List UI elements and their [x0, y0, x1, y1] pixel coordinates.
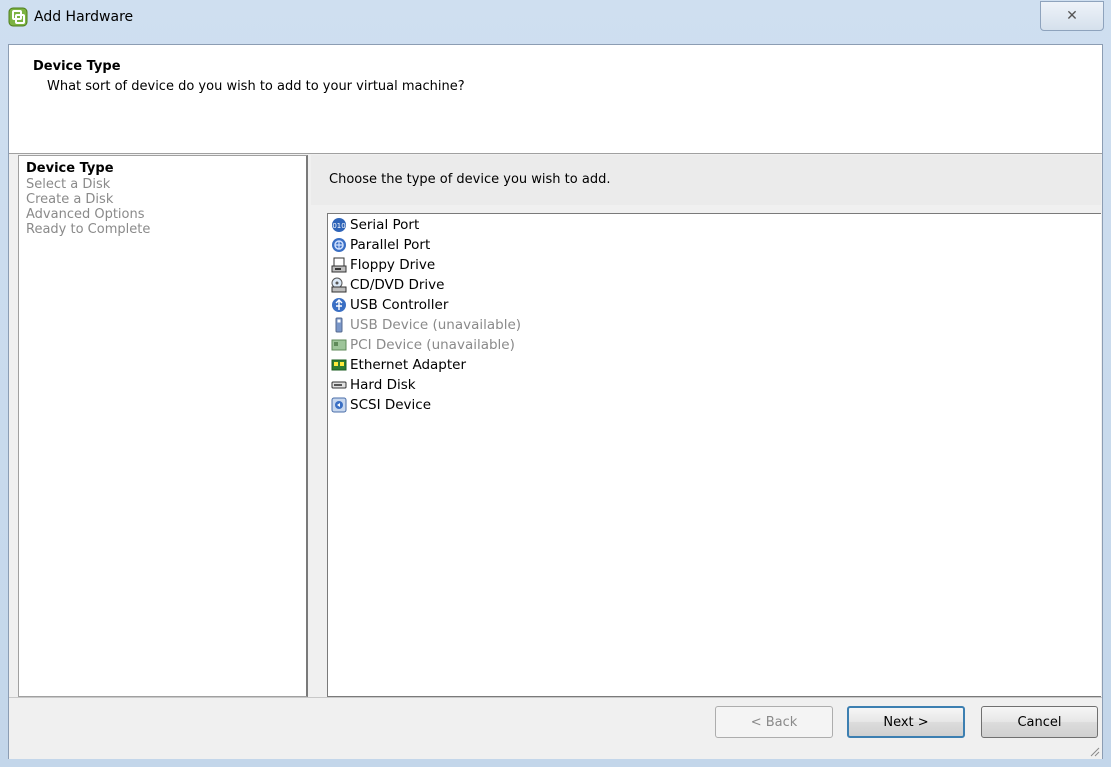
back-button[interactable]: < Back [715, 706, 833, 738]
device-item-scsi-device[interactable]: SCSI Device [331, 395, 431, 415]
vsphere-app-icon [8, 7, 28, 27]
device-label: USB Device (unavailable) [350, 317, 522, 333]
ethernet-adapter-icon [331, 359, 347, 371]
close-button[interactable]: ✕ [1040, 1, 1104, 31]
step-ready-to-complete: Ready to Complete [26, 222, 151, 237]
device-label: USB Controller [350, 297, 449, 313]
device-label: Hard Disk [350, 377, 416, 393]
device-item-usb-controller[interactable]: USB Controller [331, 295, 448, 315]
device-item-floppy-drive[interactable]: Floppy Drive [331, 255, 435, 275]
step-select-a-disk: Select a Disk [26, 177, 111, 192]
wizard-header: Device Type What sort of device do you w… [9, 45, 1102, 154]
device-item-ethernet-adapter[interactable]: Ethernet Adapter [331, 355, 466, 375]
floppy-drive-icon [331, 257, 347, 273]
cd-dvd-drive-icon [331, 277, 347, 293]
parallel-port-icon [332, 238, 346, 252]
device-label: CD/DVD Drive [350, 277, 445, 293]
device-type-list[interactable]: 010 Serial Port Parallel Port Floppy Dri… [327, 213, 1101, 697]
device-label: SCSI Device [350, 397, 432, 413]
device-item-pci-device: PCI Device (unavailable) [331, 335, 515, 355]
device-label: Parallel Port [350, 237, 431, 253]
scsi-device-icon [331, 397, 347, 413]
title-bar[interactable]: Add Hardware ✕ [0, 0, 1111, 36]
hard-disk-icon [331, 381, 347, 389]
device-item-parallel-port[interactable]: Parallel Port [331, 235, 430, 255]
usb-controller-icon [332, 298, 346, 312]
device-item-cd-dvd-drive[interactable]: CD/DVD Drive [331, 275, 444, 295]
svg-text:010: 010 [332, 222, 345, 230]
step-device-type[interactable]: Device Type [26, 161, 114, 176]
device-label: Serial Port [350, 217, 420, 233]
resize-grip-icon[interactable] [1088, 745, 1100, 757]
device-item-usb-device: USB Device (unavailable) [331, 315, 521, 335]
device-label: Floppy Drive [350, 257, 436, 273]
window-title: Add Hardware [34, 9, 134, 25]
usb-device-icon [335, 317, 343, 333]
serial-port-icon: 010 [332, 218, 346, 232]
content-header: Choose the type of device you wish to ad… [311, 155, 1101, 205]
device-item-hard-disk[interactable]: Hard Disk [331, 375, 416, 395]
wizard-footer: < Back Next > Cancel [9, 697, 1102, 759]
cancel-button[interactable]: Cancel [981, 706, 1098, 738]
wizard-body: Device Type What sort of device do you w… [8, 44, 1103, 759]
page-title: Device Type [33, 59, 121, 74]
close-icon: ✕ [1066, 8, 1078, 24]
pci-device-icon [331, 339, 347, 351]
device-label: PCI Device (unavailable) [350, 337, 515, 353]
device-label: Ethernet Adapter [350, 357, 467, 373]
wizard-steps-panel: Device Type Select a Disk Create a Disk … [18, 155, 308, 697]
next-button[interactable]: Next > [847, 706, 965, 738]
step-advanced-options: Advanced Options [26, 207, 145, 222]
page-subtitle: What sort of device do you wish to add t… [47, 79, 465, 94]
instruction-text: Choose the type of device you wish to ad… [329, 172, 611, 187]
step-create-a-disk: Create a Disk [26, 192, 114, 207]
device-item-serial-port[interactable]: 010 Serial Port [331, 215, 419, 235]
add-hardware-window: Add Hardware ✕ Device Type What sort of … [0, 0, 1111, 767]
